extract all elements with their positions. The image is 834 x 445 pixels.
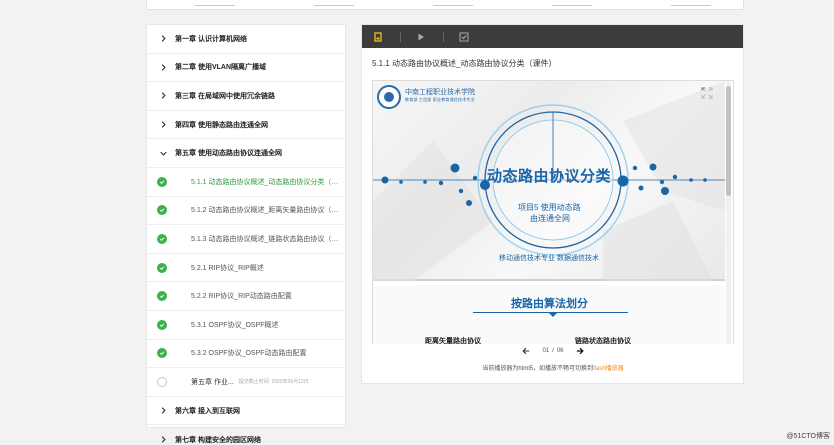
top-tab[interactable] (147, 0, 266, 9)
chapter-label: 第五章 使用动态路由协议连通全网 (175, 150, 282, 158)
next-page-button[interactable] (574, 346, 586, 356)
chapter-item[interactable]: 第一章 认识计算机网络 (147, 25, 345, 54)
slide-page: 中南工程职业技术学院 教育部 工信部 职业教育通信技术专业 动态路由协议分类 项… (373, 81, 725, 281)
play-icon (418, 33, 424, 40)
section-label: 5.1.3 动态路由协议概述_链路状态路由协议（课件） (191, 235, 341, 243)
document-icon (374, 31, 382, 42)
check-circle-icon (157, 291, 167, 302)
top-tab[interactable] (385, 0, 504, 9)
chevron-right-icon (159, 63, 167, 71)
section-item[interactable]: 5.3.2 OSPF协议_OSPF动态路由配置 (147, 340, 345, 369)
section-item[interactable]: 5.2.2 RIP协议_RIP动态路由配置 (147, 282, 345, 311)
chapter-label: 第四章 使用静态路由连通全网 (175, 121, 268, 129)
check-circle-icon (157, 233, 167, 244)
chapter-item[interactable]: 第七章 构建安全的园区网络 (147, 425, 345, 445)
chevron-right-icon (159, 121, 167, 129)
top-tab-strip (146, 0, 744, 10)
section-label: 5.3.1 OSPF协议_OSPF概述 (191, 321, 279, 329)
chapter-item[interactable]: 第三章 在局域网中使用冗余链路 (147, 82, 345, 111)
section-label: 5.1.2 动态路由协议概述_距离矢量路由协议（课件） (191, 207, 341, 215)
player-note: 当前播放器为html5，如播放不畅可切换到flash播放器 (372, 363, 734, 372)
chevron-down-icon (159, 149, 167, 157)
section-item[interactable]: 5.1.2 动态路由协议概述_距离矢量路由协议（课件） (147, 197, 345, 226)
section-item[interactable]: 5.3.1 OSPF协议_OSPF概述 (147, 311, 345, 340)
video-button[interactable] (411, 29, 431, 45)
scrollbar-thumb[interactable] (726, 86, 731, 196)
chapter-label: 第一章 认识计算机网络 (175, 35, 247, 43)
check-circle-icon (157, 262, 167, 273)
watermark: @51CTO博客 (786, 433, 830, 440)
homework-item[interactable]: 第五章 作业... 提交截止时间: 2020年06月12日 (147, 368, 345, 397)
section-item[interactable]: 5.2.1 RIP协议_RIP概述 (147, 254, 345, 283)
chevron-right-icon (159, 436, 167, 444)
document-button[interactable] (368, 29, 388, 45)
chapter-item-open[interactable]: 第五章 使用动态路由协议连通全网 (147, 139, 345, 168)
slide-title: 动态路由协议分类 (487, 167, 612, 185)
slide-page: 按路由算法划分 距离矢量路由协议 链路状态路由协议 (373, 285, 725, 345)
page-navigator: 01 / 06 (372, 344, 734, 358)
top-tab[interactable] (505, 0, 624, 9)
chevron-right-icon (159, 92, 167, 100)
slide-heading: 按路由算法划分 (511, 298, 588, 310)
section-item[interactable]: 5.1.3 动态路由协议概述_链路状态路由协议（课件） (147, 225, 345, 254)
slide-subtitle: 项目5 使用动态路 (518, 203, 581, 212)
chapter-item[interactable]: 第二章 使用VLAN隔离广播域 (147, 54, 345, 83)
section-label: 5.2.1 RIP协议_RIP概述 (191, 264, 264, 272)
chapter-label: 第三章 在局域网中使用冗余链路 (175, 92, 275, 100)
total-pages: 06 (556, 348, 564, 354)
current-page: 01 (542, 348, 550, 354)
player-note-text: 当前播放器为html5，如播放不畅可切换到 (482, 366, 593, 372)
toolbar-divider (443, 31, 444, 42)
lesson-toolbar (362, 25, 743, 48)
chapter-sidebar: 第一章 认识计算机网络 第二章 使用VLAN隔离广播域 第三章 在局域网中使用冗… (146, 24, 346, 444)
quiz-button[interactable] (454, 29, 474, 45)
chapter-label: 第二章 使用VLAN隔离广播域 (175, 64, 266, 72)
top-tab[interactable] (266, 0, 385, 9)
chapter-item[interactable]: 第四章 使用静态路由连通全网 (147, 111, 345, 140)
arrow-left-icon (522, 347, 530, 355)
chapter-label: 第七章 构建安全的园区网络 (175, 436, 261, 444)
viewer-scrollbar[interactable] (726, 81, 731, 345)
chapter-label: 第六章 接入到互联网 (175, 407, 240, 415)
check-circle-icon (157, 176, 167, 187)
homework-title: 第五章 作业... (191, 378, 234, 386)
page-separator: / (552, 348, 554, 354)
section-label: 5.3.2 OSPF协议_OSPF动态路由配置 (191, 350, 307, 358)
section-label: 5.2.2 RIP协议_RIP动态路由配置 (191, 293, 292, 301)
lesson-panel: 5.1.1 动态路由协议概述_动态路由协议分类（课件） 中南工程职业技术学院 教… (361, 24, 744, 384)
arrow-right-icon (576, 347, 584, 355)
lesson-title: 5.1.1 动态路由协议概述_动态路由协议分类（课件） (372, 59, 557, 68)
top-tab[interactable] (624, 0, 743, 9)
chevron-right-icon (159, 407, 167, 415)
checkbox-icon (459, 32, 469, 41)
chevron-right-icon (159, 35, 167, 43)
check-circle-icon (157, 319, 167, 330)
chapter-item[interactable]: 第六章 接入到互联网 (147, 397, 345, 426)
empty-circle-icon (157, 376, 167, 387)
slide-footer: 移动通信技术专业 数据通信技术 (499, 255, 599, 262)
section-label: 5.1.1 动态路由协议概述_动态路由协议分类（课件） (191, 178, 341, 186)
slide-subtitle: 由连通全网 (530, 214, 570, 223)
check-circle-icon (157, 205, 167, 216)
slide-viewer[interactable]: 中南工程职业技术学院 教育部 工信部 职业教育通信技术专业 动态路由协议分类 项… (372, 80, 734, 348)
section-item[interactable]: 5.1.1 动态路由协议概述_动态路由协议分类（课件） (147, 168, 345, 197)
heading-pointer (549, 313, 557, 317)
flash-player-link[interactable]: flash播放器 (593, 366, 624, 372)
check-circle-icon (157, 348, 167, 359)
toolbar-divider (400, 31, 401, 42)
prev-page-button[interactable] (520, 346, 532, 356)
homework-deadline: 提交截止时间: 2020年06月12日 (238, 379, 309, 386)
